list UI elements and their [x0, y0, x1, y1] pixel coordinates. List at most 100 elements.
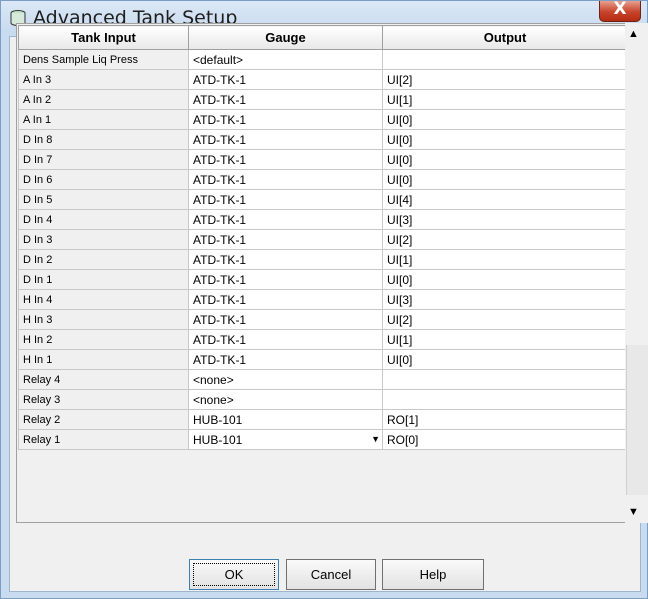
output-cell[interactable]: UI[0]	[382, 109, 628, 130]
table-row[interactable]: Relay 1 HUB-101 ▼ RO[0]	[18, 429, 628, 450]
chevron-down-icon[interactable]: ▼	[371, 434, 380, 444]
cancel-button-label: Cancel	[310, 567, 352, 582]
tank-input-cell: A In 1	[18, 109, 189, 130]
gauge-cell[interactable]: ATD-TK-1	[188, 229, 383, 250]
table-row[interactable]: H In 1 ATD-TK-1 UI[0]	[18, 349, 628, 370]
scroll-down-arrow-icon[interactable]: ▼	[628, 506, 639, 518]
output-cell[interactable]: UI[0]	[382, 349, 628, 370]
vertical-scrollbar[interactable]: ▲ ▼	[625, 23, 648, 523]
gauge-cell[interactable]: ATD-TK-1	[188, 289, 383, 310]
table-row[interactable]: A In 1 ATD-TK-1 UI[0]	[18, 109, 628, 130]
column-header-output[interactable]: Output	[382, 25, 628, 50]
table-row[interactable]: Relay 2 HUB-101 RO[1]	[18, 409, 628, 430]
gauge-dropdown-value: HUB-101	[193, 432, 243, 447]
tank-input-cell: Relay 3	[18, 389, 189, 410]
gauge-cell[interactable]: HUB-101	[188, 409, 383, 430]
scrollbar-thumb[interactable]	[626, 345, 648, 495]
ok-button[interactable]: OK	[189, 559, 279, 590]
dialog-window: Advanced Tank Setup X Tank Input Gauge O…	[0, 0, 648, 599]
output-cell[interactable]: UI[0]	[382, 169, 628, 190]
output-cell[interactable]: UI[3]	[382, 209, 628, 230]
gauge-cell[interactable]: ATD-TK-1	[188, 169, 383, 190]
close-icon: X	[613, 0, 627, 19]
table-row[interactable]: H In 3 ATD-TK-1 UI[2]	[18, 309, 628, 330]
output-cell[interactable]: UI[1]	[382, 89, 628, 110]
output-cell[interactable]	[382, 49, 628, 70]
output-cell[interactable]: UI[4]	[382, 189, 628, 210]
tank-input-cell: D In 2	[18, 249, 189, 270]
table-row[interactable]: Relay 3 <none>	[18, 389, 628, 410]
scroll-up-arrow-icon[interactable]: ▲	[628, 28, 639, 40]
gauge-cell[interactable]: ATD-TK-1	[188, 249, 383, 270]
output-cell[interactable]: UI[0]	[382, 149, 628, 170]
column-header-gauge[interactable]: Gauge	[188, 25, 383, 50]
focus-rectangle	[193, 563, 275, 586]
table-row[interactable]: D In 3 ATD-TK-1 UI[2]	[18, 229, 628, 250]
tank-input-cell: D In 4	[18, 209, 189, 230]
gauge-cell[interactable]: ATD-TK-1	[188, 209, 383, 230]
tank-input-cell: D In 5	[18, 189, 189, 210]
gauge-cell[interactable]: ATD-TK-1	[188, 109, 383, 130]
table-row[interactable]: H In 2 ATD-TK-1 UI[1]	[18, 329, 628, 350]
output-cell[interactable]: UI[2]	[382, 309, 628, 330]
output-cell[interactable]	[382, 369, 628, 390]
tank-input-cell: Relay 4	[18, 369, 189, 390]
gauge-dropdown[interactable]: HUB-101 ▼	[188, 429, 383, 450]
help-button-label: Help	[419, 567, 447, 582]
tank-input-cell: D In 7	[18, 149, 189, 170]
table-row[interactable]: D In 7 ATD-TK-1 UI[0]	[18, 149, 628, 170]
tank-input-cell: H In 1	[18, 349, 189, 370]
output-cell[interactable]: UI[1]	[382, 329, 628, 350]
output-cell[interactable]: RO[0]	[382, 429, 628, 450]
tank-input-cell: D In 8	[18, 129, 189, 150]
table-row[interactable]: A In 2 ATD-TK-1 UI[1]	[18, 89, 628, 110]
table-row[interactable]: D In 1 ATD-TK-1 UI[0]	[18, 269, 628, 290]
gauge-cell[interactable]: ATD-TK-1	[188, 129, 383, 150]
gauge-cell[interactable]: ATD-TK-1	[188, 309, 383, 330]
tank-input-cell: H In 3	[18, 309, 189, 330]
grid-header-row: Tank Input Gauge Output	[18, 25, 628, 50]
tank-input-cell: Relay 1	[18, 429, 189, 450]
gauge-cell[interactable]: ATD-TK-1	[188, 269, 383, 290]
gauge-cell[interactable]: <none>	[188, 369, 383, 390]
output-cell[interactable]: UI[2]	[382, 229, 628, 250]
gauge-cell[interactable]: ATD-TK-1	[188, 189, 383, 210]
output-cell[interactable]: UI[3]	[382, 289, 628, 310]
cancel-button[interactable]: Cancel	[286, 559, 376, 590]
output-cell[interactable]: UI[0]	[382, 269, 628, 290]
gauge-cell[interactable]: ATD-TK-1	[188, 89, 383, 110]
help-button[interactable]: Help	[382, 559, 484, 590]
tank-input-cell: D In 1	[18, 269, 189, 290]
tank-input-cell: Dens Sample Liq Press	[18, 49, 189, 70]
tank-input-cell: D In 6	[18, 169, 189, 190]
gauge-cell[interactable]: ATD-TK-1	[188, 349, 383, 370]
table-row[interactable]: Dens Sample Liq Press <default>	[18, 49, 628, 70]
tank-input-cell: D In 3	[18, 229, 189, 250]
output-cell[interactable]	[382, 389, 628, 410]
tank-input-cell: H In 2	[18, 329, 189, 350]
table-row[interactable]: Relay 4 <none>	[18, 369, 628, 390]
gauge-cell[interactable]: <none>	[188, 389, 383, 410]
table-row[interactable]: H In 4 ATD-TK-1 UI[3]	[18, 289, 628, 310]
column-header-tank-input[interactable]: Tank Input	[18, 25, 189, 50]
tank-input-cell: A In 2	[18, 89, 189, 110]
tank-input-grid: Tank Input Gauge Output Dens Sample Liq …	[16, 23, 636, 523]
tank-input-cell: Relay 2	[18, 409, 189, 430]
table-row[interactable]: D In 8 ATD-TK-1 UI[0]	[18, 129, 628, 150]
close-button[interactable]: X	[599, 0, 641, 22]
table-row[interactable]: D In 5 ATD-TK-1 UI[4]	[18, 189, 628, 210]
gauge-cell[interactable]: <default>	[188, 49, 383, 70]
gauge-cell[interactable]: ATD-TK-1	[188, 329, 383, 350]
table-row[interactable]: A In 3 ATD-TK-1 UI[2]	[18, 69, 628, 90]
output-cell[interactable]: UI[2]	[382, 69, 628, 90]
table-row[interactable]: D In 6 ATD-TK-1 UI[0]	[18, 169, 628, 190]
output-cell[interactable]: UI[0]	[382, 129, 628, 150]
table-row[interactable]: D In 2 ATD-TK-1 UI[1]	[18, 249, 628, 270]
tank-input-cell: H In 4	[18, 289, 189, 310]
table-row[interactable]: D In 4 ATD-TK-1 UI[3]	[18, 209, 628, 230]
output-cell[interactable]: UI[1]	[382, 249, 628, 270]
gauge-cell[interactable]: ATD-TK-1	[188, 69, 383, 90]
gauge-cell[interactable]: ATD-TK-1	[188, 149, 383, 170]
grid-table: Tank Input Gauge Output Dens Sample Liq …	[18, 25, 628, 450]
output-cell[interactable]: RO[1]	[382, 409, 628, 430]
